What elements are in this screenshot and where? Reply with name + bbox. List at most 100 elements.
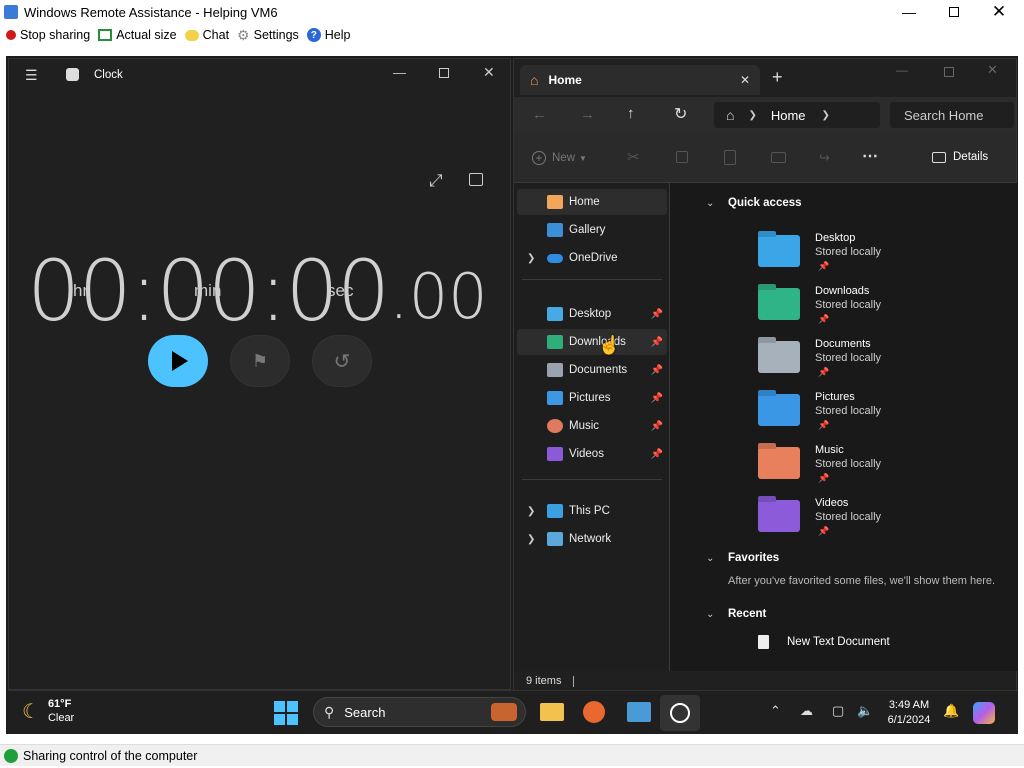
share-icon[interactable]: ↪: [819, 150, 830, 166]
quick-access-pictures[interactable]: Pictures Stored locally 📌: [758, 390, 1008, 440]
file-explorer-window: ⌂ Home ✕ + — ✕ ← → ↑ ↻ ⌂ ❯ Home ❯ Search…: [513, 58, 1018, 691]
network-disconnected-icon[interactable]: ☁: [800, 703, 813, 719]
copy-icon[interactable]: [676, 151, 688, 163]
refresh-icon[interactable]: ↻: [674, 104, 687, 124]
quick-access-documents[interactable]: Documents Stored locally 📌: [758, 337, 1008, 387]
back-arrow-icon[interactable]: ←: [532, 106, 547, 123]
clock-taskbar-icon[interactable]: [660, 695, 700, 731]
sidebar-item-music[interactable]: Music 📌: [517, 413, 667, 439]
start-button[interactable]: [148, 335, 208, 387]
sidebar-item-onedrive[interactable]: ❯ OneDrive: [517, 245, 667, 271]
cut-icon[interactable]: ✂: [627, 148, 640, 166]
display-icon[interactable]: ▢: [832, 703, 844, 719]
gallery-icon: [547, 223, 563, 237]
computer-icon: [547, 504, 563, 518]
documents-folder-icon: [758, 341, 800, 373]
taskbar-clock[interactable]: 3:49 AM 6/1/2024: [876, 698, 942, 728]
connected-status-icon: [4, 748, 18, 763]
pin-icon: 📌: [650, 336, 663, 348]
address-bar[interactable]: ⌂ ❯ Home ❯: [714, 102, 880, 128]
weather-widget[interactable]: ☾ 61°F Clear: [22, 697, 74, 725]
quick-access-music[interactable]: Music Stored locally 📌: [758, 443, 1008, 493]
quick-access-header[interactable]: ⌄ Quick access: [706, 197, 802, 209]
temperature: 61°F: [47, 698, 72, 710]
details-button[interactable]: Details: [932, 151, 988, 163]
explorer-close-button[interactable]: ✕: [987, 62, 998, 78]
window-title: Windows Remote Assistance - Helping VM6: [24, 4, 278, 20]
video-icon: [547, 447, 563, 461]
new-button[interactable]: + New ▼: [532, 151, 587, 165]
home-icon: ⌂: [530, 72, 539, 88]
sidebar-item-home[interactable]: Home: [517, 189, 667, 215]
expand-chevron-icon[interactable]: ❯: [527, 534, 535, 545]
sidebar-item-network[interactable]: ❯ Network: [517, 526, 667, 552]
sidebar-item-documents[interactable]: Documents 📌: [517, 357, 667, 383]
paste-icon[interactable]: [724, 150, 736, 165]
rename-icon[interactable]: [771, 152, 786, 163]
sidebar-item-videos[interactable]: Videos 📌: [517, 441, 667, 467]
search-input[interactable]: Search Home: [890, 102, 1014, 128]
compact-overlay-icon[interactable]: [469, 173, 483, 186]
hamburger-menu-icon[interactable]: ☰: [25, 67, 38, 84]
music-folder-icon: [758, 447, 800, 479]
breadcrumb-chevron-icon: ❯: [748, 109, 757, 121]
more-options-icon[interactable]: ⋯: [862, 146, 878, 166]
taskbar-search[interactable]: ⚲ Search: [313, 697, 526, 727]
lap-button[interactable]: ⚑: [230, 335, 290, 387]
tab-close-icon[interactable]: ✕: [740, 73, 750, 87]
firefox-taskbar-icon[interactable]: [583, 701, 605, 723]
videos-folder-icon: [758, 500, 800, 532]
favorites-header[interactable]: ⌄ Favorites: [706, 552, 779, 564]
chevron-up-icon[interactable]: ⌃: [770, 703, 781, 719]
quick-access-downloads[interactable]: Downloads Stored locally 📌: [758, 284, 1008, 334]
explorer-maximize-button[interactable]: [944, 67, 954, 77]
breadcrumb[interactable]: Home: [771, 108, 806, 123]
remote-assistance-icon: [4, 5, 18, 19]
sidebar-item-desktop[interactable]: Desktop 📌: [517, 301, 667, 327]
start-button[interactable]: [274, 701, 298, 725]
reset-button[interactable]: ↺: [312, 335, 372, 387]
quick-access-videos[interactable]: Videos Stored locally 📌: [758, 496, 1008, 546]
clock-close-button[interactable]: ✕: [483, 64, 495, 81]
address-home-icon: ⌂: [726, 107, 735, 123]
desktop-folder-icon: [758, 235, 800, 267]
volume-muted-icon[interactable]: 🔈: [857, 703, 873, 719]
expand-chevron-icon[interactable]: ❯: [527, 506, 535, 517]
sidebar-divider: [522, 479, 662, 480]
new-tab-button[interactable]: +: [772, 67, 783, 88]
recent-header[interactable]: ⌄ Recent: [706, 608, 766, 620]
sidebar-item-downloads[interactable]: Downloads 📌: [517, 329, 667, 355]
stop-sharing-button[interactable]: Stop sharing: [6, 28, 90, 42]
chat-button[interactable]: Chat: [184, 28, 229, 42]
expand-icon[interactable]: ⤢: [429, 171, 443, 191]
clock-maximize-button[interactable]: [439, 68, 449, 78]
maximize-button[interactable]: [931, 0, 977, 24]
explorer-tab-row: ⌂ Home ✕ + — ✕: [514, 59, 1016, 97]
sidebar-item-this-pc[interactable]: ❯ This PC: [517, 498, 667, 524]
explorer-minimize-button[interactable]: —: [896, 63, 908, 77]
remote-assistance-taskbar-icon[interactable]: [627, 702, 651, 722]
quick-access-desktop[interactable]: Desktop Stored locally 📌: [758, 231, 1008, 281]
clock-time: 3:49 AM: [888, 699, 930, 711]
recent-item[interactable]: New Text Document: [758, 635, 890, 649]
sidebar-item-gallery[interactable]: Gallery: [517, 217, 667, 243]
clock-titlebar: ☰ Clock — ✕: [9, 59, 510, 91]
sidebar-item-pictures[interactable]: Pictures 📌: [517, 385, 667, 411]
help-button[interactable]: ? Help: [306, 28, 351, 42]
expand-chevron-icon[interactable]: ❯: [527, 253, 535, 264]
pictures-folder-icon: [758, 394, 800, 426]
notification-bell-icon[interactable]: 🔔: [943, 703, 959, 719]
home-icon: [547, 195, 563, 209]
actual-size-button[interactable]: Actual size: [98, 28, 177, 42]
reset-icon: ↺: [333, 350, 351, 373]
forward-arrow-icon[interactable]: →: [580, 106, 595, 123]
close-button[interactable]: ✕: [976, 0, 1022, 24]
settings-button[interactable]: ⚙ Settings: [237, 27, 299, 44]
clock-minimize-button[interactable]: —: [393, 65, 406, 80]
tab-home[interactable]: ⌂ Home ✕: [520, 65, 760, 95]
copilot-icon[interactable]: [973, 702, 995, 724]
file-explorer-taskbar-icon[interactable]: [540, 703, 564, 721]
minimize-button[interactable]: —: [886, 0, 932, 24]
stopwatch-fraction: .00: [389, 260, 488, 333]
up-arrow-icon[interactable]: ↑: [627, 105, 635, 122]
